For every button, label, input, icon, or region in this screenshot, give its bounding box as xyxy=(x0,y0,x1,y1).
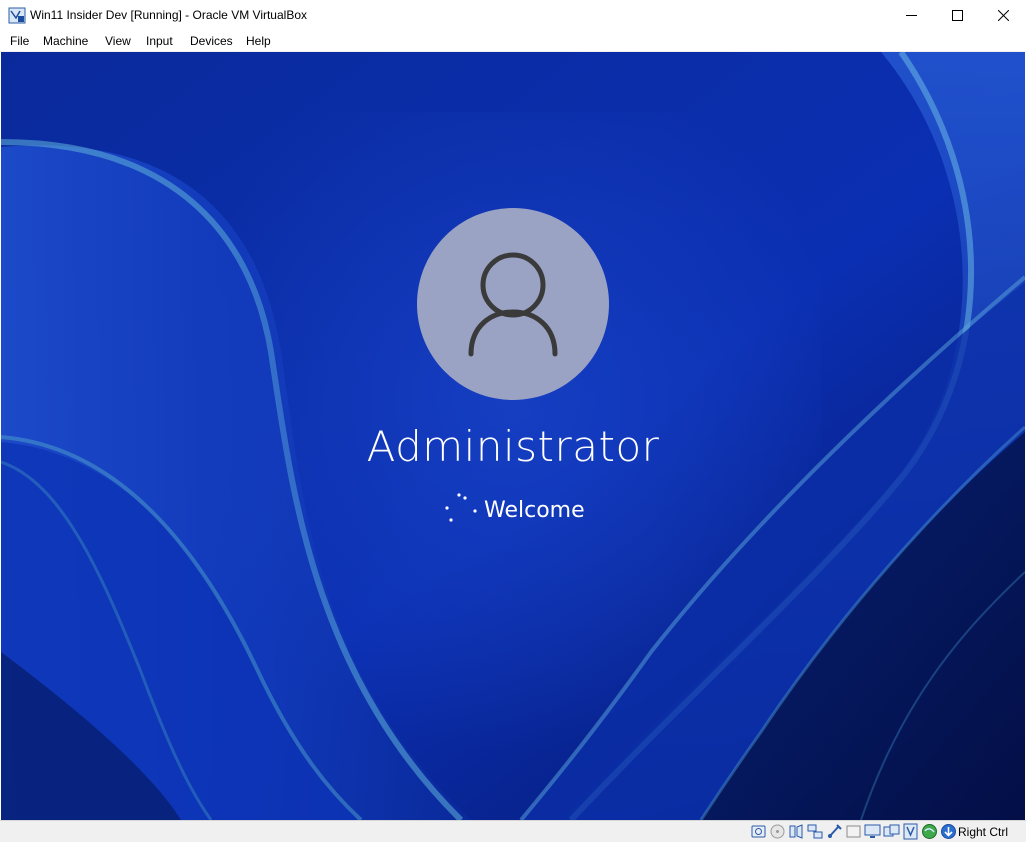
usb-icon[interactable] xyxy=(826,823,843,840)
menu-bar: File Machine View Input Devices Help xyxy=(0,31,1026,52)
menu-view[interactable]: View xyxy=(105,34,131,48)
maximize-button[interactable] xyxy=(934,0,980,31)
welcome-text: Welcome xyxy=(484,497,585,523)
host-key-label: Right Ctrl xyxy=(958,825,1009,839)
minimize-button[interactable] xyxy=(888,0,934,31)
audio-icon[interactable] xyxy=(788,823,805,840)
device-icons xyxy=(750,823,957,840)
status-bar: Right Ctrl xyxy=(0,820,1026,842)
maximize-icon xyxy=(951,10,963,21)
avatar xyxy=(417,208,609,400)
vt-x-icon[interactable] xyxy=(902,823,919,840)
vm-display[interactable]: Administrator Welcome xyxy=(1,52,1025,820)
minimize-icon xyxy=(905,15,917,16)
menu-devices[interactable]: Devices xyxy=(190,34,233,48)
loading-spinner-icon xyxy=(441,492,477,528)
menu-help[interactable]: Help xyxy=(246,34,271,48)
network-icon[interactable] xyxy=(807,823,824,840)
hard-disk-icon[interactable] xyxy=(750,823,767,840)
display-icon[interactable] xyxy=(864,823,881,840)
recording-icon[interactable] xyxy=(883,823,900,840)
close-icon xyxy=(997,10,1009,21)
welcome-status: Welcome xyxy=(441,492,585,528)
username-label: Administrator xyxy=(366,422,660,471)
optical-drive-icon[interactable] xyxy=(769,823,786,840)
user-silhouette-icon xyxy=(468,252,558,357)
mouse-integration-icon[interactable] xyxy=(940,823,957,840)
shared-folders-icon[interactable] xyxy=(845,823,862,840)
window-title: Win11 Insider Dev [Running] - Oracle VM … xyxy=(30,8,308,22)
virtualbox-icon xyxy=(8,7,26,24)
title-bar[interactable]: Win11 Insider Dev [Running] - Oracle VM … xyxy=(0,0,1026,31)
close-button[interactable] xyxy=(980,0,1026,31)
menu-file[interactable]: File xyxy=(10,34,29,48)
menu-machine[interactable]: Machine xyxy=(43,34,88,48)
menu-input[interactable]: Input xyxy=(146,34,173,48)
guest-additions-icon[interactable] xyxy=(921,823,938,840)
